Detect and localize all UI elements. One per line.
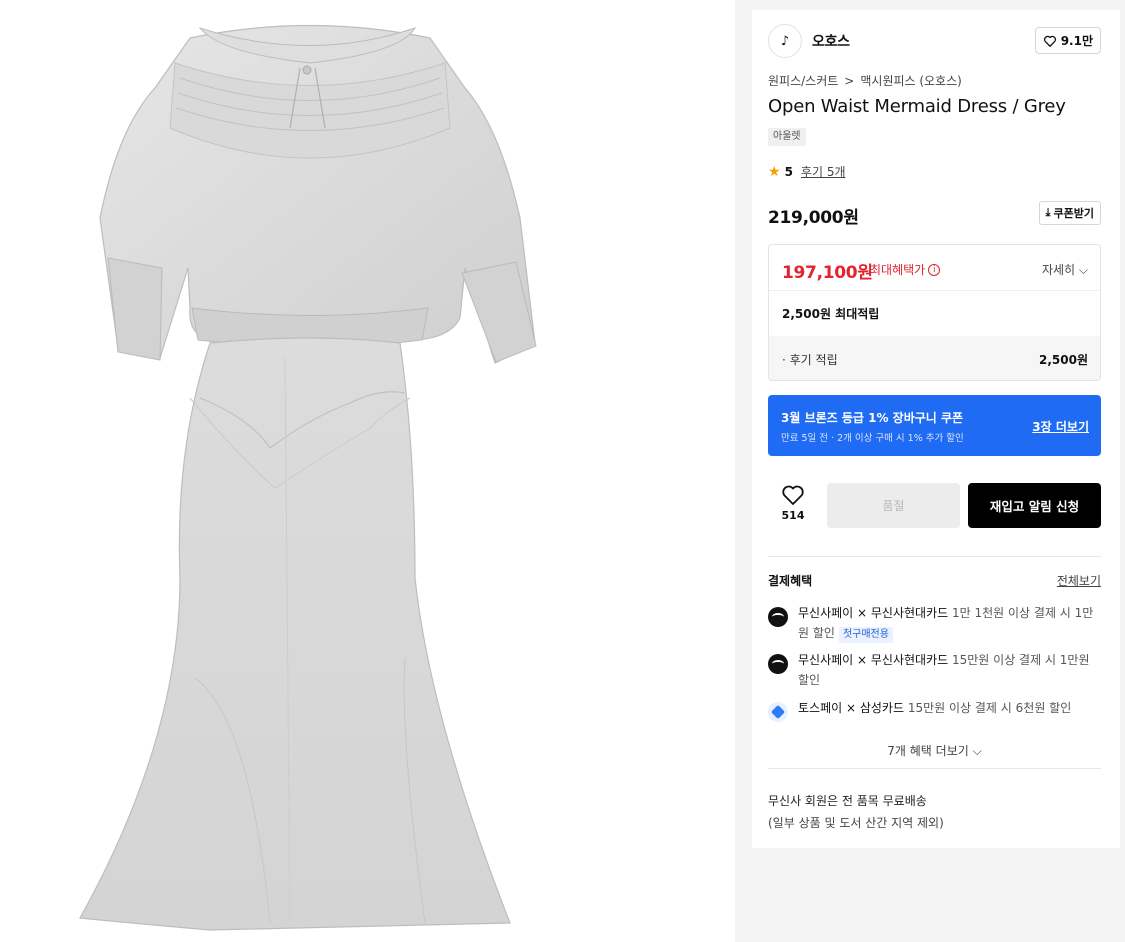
review-points-row: · 후기 적립 2,500원 [769,336,1100,380]
product-photo-area [0,0,735,942]
divider [768,768,1101,769]
toss-pay-icon [768,702,788,722]
soldout-button[interactable]: 품절 [827,483,960,528]
benefit-detail-toggle[interactable]: 자세히 ⌵ [1042,261,1088,278]
payment-benefit-provider: 토스페이 × 삼성카드 [798,701,905,715]
product-info-panel: ♪ 오호스 9.1만 원피스/스커트 > 맥시원피스 (오호스) Open Wa… [752,10,1120,848]
coupon-button-label: 쿠폰받기 [1053,207,1094,220]
payment-benefits-title: 결제혜택 [768,574,813,588]
musinsa-pay-icon [768,607,788,627]
coupon-more-link[interactable]: 3장 더보기 [1032,418,1089,435]
payment-benefit-provider: 무신사페이 × 무신사현대카드 [798,653,949,667]
benefit-detail-label: 자세히 [1041,263,1076,277]
payment-benefit-text: 토스페이 × 삼성카드 15만원 이상 결제 시 6천원 할인 [798,698,1101,718]
max-benefit-row: 197,100원 최대혜택가 i 자세히 ⌵ [769,245,1100,291]
payment-benefit-item: 토스페이 × 삼성카드 15만원 이상 결제 시 6천원 할인 [768,698,1101,722]
payment-benefit-text: 무신사페이 × 무신사현대카드 1만 1천원 이상 결제 시 1만원 할인 첫구매… [798,603,1101,643]
coupon-banner-subtitle: 만료 5일 전 · 2개 이상 구매 시 1% 추가 할인 [781,433,964,444]
benefit-box: 197,100원 최대혜택가 i 자세히 ⌵ 2,500원 최대적립 · 후기 … [768,244,1101,381]
chevron-down-icon: ⌵ [972,744,982,758]
brand-logo[interactable]: ♪ [768,24,802,58]
more-benefits-label: 7개 혜택 더보기 [887,744,969,758]
payment-benefit-text: 무신사페이 × 무신사현대카드 15만원 이상 결제 시 1만원 할인 [798,650,1101,690]
star-icon: ★ [768,163,781,180]
cart-coupon-banner[interactable]: 3월 브론즈 등급 1% 장바구니 쿠폰 만료 5일 전 · 2개 이상 구매 … [768,395,1101,456]
heart-icon [782,485,804,505]
shipping-note: (일부 상품 및 도서 산간 지역 제외) [768,816,944,830]
max-benefit-price: 197,100원 [782,263,873,283]
wishlist-count: 514 [781,509,805,522]
brand-like-count: 9.1만 [1060,34,1093,48]
heart-icon [1043,35,1056,47]
musinsa-pay-icon [768,654,788,674]
regular-price: 219,000원 [768,208,859,228]
wishlist-button[interactable]: 514 [768,484,818,522]
download-icon: ⤓ [1045,206,1051,219]
brand-name[interactable]: 오호스 [812,31,850,51]
payment-benefit-desc: 15만원 이상 결제 시 6천원 할인 [904,701,1072,715]
breadcrumb-subcategory[interactable]: 맥시원피스 (오호스) [860,72,962,89]
review-count-link[interactable]: 후기 5개 [801,163,846,180]
shipping-info: 무신사 회원은 전 품목 무료배송 (일부 상품 및 도서 산간 지역 제외) [768,790,944,834]
payment-benefit-provider: 무신사페이 × 무신사현대카드 [798,606,949,620]
max-benefit-label-text: 최대혜택가 [870,263,926,277]
coupon-banner-title: 3월 브론즈 등급 1% 장바구니 쿠폰 [781,411,964,425]
outlet-tag: 아울렛 [768,128,806,146]
restock-alert-button[interactable]: 재입고 알림 신청 [968,483,1101,528]
brand-like-button[interactable]: 9.1만 [1034,27,1101,54]
coupon-download-button[interactable]: ⤓ 쿠폰받기 [1038,201,1101,225]
chevron-right-icon: > [844,73,855,88]
payment-benefit-item: 무신사페이 × 무신사현대카드 1만 1천원 이상 결제 시 1만원 할인 첫구매… [768,603,1101,643]
payment-view-all-link[interactable]: 전체보기 [1057,572,1101,589]
divider [768,556,1101,557]
payment-benefit-item: 무신사페이 × 무신사현대카드 15만원 이상 결제 시 1만원 할인 [768,650,1101,690]
max-benefit-label: 최대혜택가 i [870,261,941,278]
info-icon[interactable]: i [928,263,941,276]
max-points: 2,500원 최대적립 [782,307,880,321]
breadcrumb-category[interactable]: 원피스/스커트 [768,72,838,89]
product-title: Open Waist Mermaid Dress / Grey [768,96,1066,117]
more-benefits-toggle[interactable]: 7개 혜택 더보기 ⌵ [768,742,1101,759]
breadcrumb: 원피스/스커트 > 맥시원피스 (오호스) [768,72,962,89]
chevron-down-icon: ⌵ [1078,263,1088,277]
product-image [79,24,537,931]
review-points-label: · 후기 적립 [782,353,838,367]
shipping-line: 무신사 회원은 전 품목 무료배송 [768,794,927,808]
rating-score: 5 [784,164,793,179]
review-points-value: 2,500원 [1039,353,1088,367]
first-purchase-badge: 첫구매전용 [838,627,893,643]
rating: ★ 5 후기 5개 [768,163,846,180]
